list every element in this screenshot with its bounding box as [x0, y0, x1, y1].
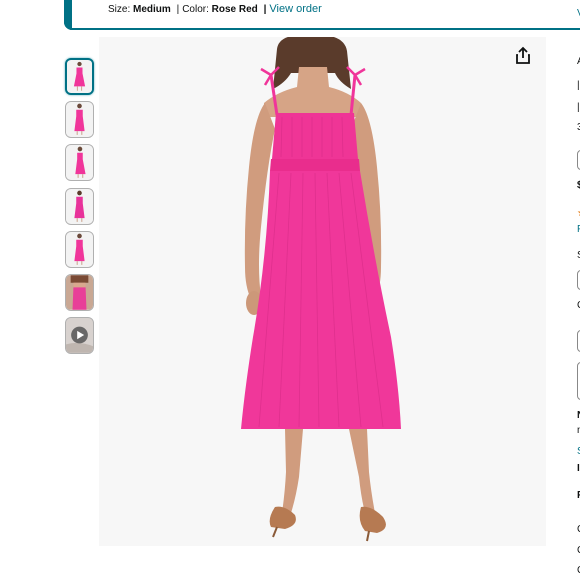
product-page: Size: Medium | Color: Rose Red | View orde… — [0, 0, 580, 580]
share-icon[interactable] — [512, 45, 534, 67]
dress-photo — [99, 37, 546, 546]
thumbnail-1[interactable] — [65, 58, 94, 95]
color-label: Color: — [182, 4, 209, 15]
detail-fragment: I — [577, 463, 580, 474]
thumbnail-video[interactable] — [65, 317, 94, 355]
separator: | — [176, 4, 180, 15]
product-details-column: V A | | 3 $ ★ F S C N n S I F C C C — [574, 0, 580, 580]
separator-2: | — [263, 4, 267, 15]
dress-thumbnail-image — [66, 102, 93, 137]
dress-thumbnail-image — [66, 232, 93, 267]
detail-fragment: | — [577, 80, 580, 91]
order-banner: Size: Medium | Color: Rose Red | View orde… — [64, 0, 580, 30]
thumbnail-4[interactable] — [65, 187, 94, 225]
banner-accent — [64, 0, 72, 30]
video-thumbnail-image — [66, 318, 93, 353]
view-order-link[interactable]: View order — [269, 3, 321, 15]
dress-closeup-thumbnail-image — [66, 275, 93, 310]
detail-fragment: | — [577, 102, 580, 113]
dress-thumbnail-image — [66, 145, 93, 181]
thumbnail-5[interactable] — [65, 230, 94, 268]
thumbnail-6[interactable] — [65, 273, 94, 311]
thumbnail-3[interactable] — [65, 144, 94, 182]
thumbnail-2[interactable] — [65, 101, 94, 139]
size-value: Medium — [133, 4, 171, 15]
order-summary: Size: Medium | Color: Rose Red | View orde… — [108, 3, 322, 15]
dress-thumbnail-image — [67, 60, 92, 93]
size-label: Size: — [108, 4, 131, 15]
color-value: Rose Red — [211, 4, 258, 15]
share-icon-glyph — [516, 46, 530, 64]
dress-thumbnail-image — [66, 188, 93, 224]
main-product-image[interactable] — [99, 37, 546, 546]
thumbnail-strip — [65, 58, 94, 360]
